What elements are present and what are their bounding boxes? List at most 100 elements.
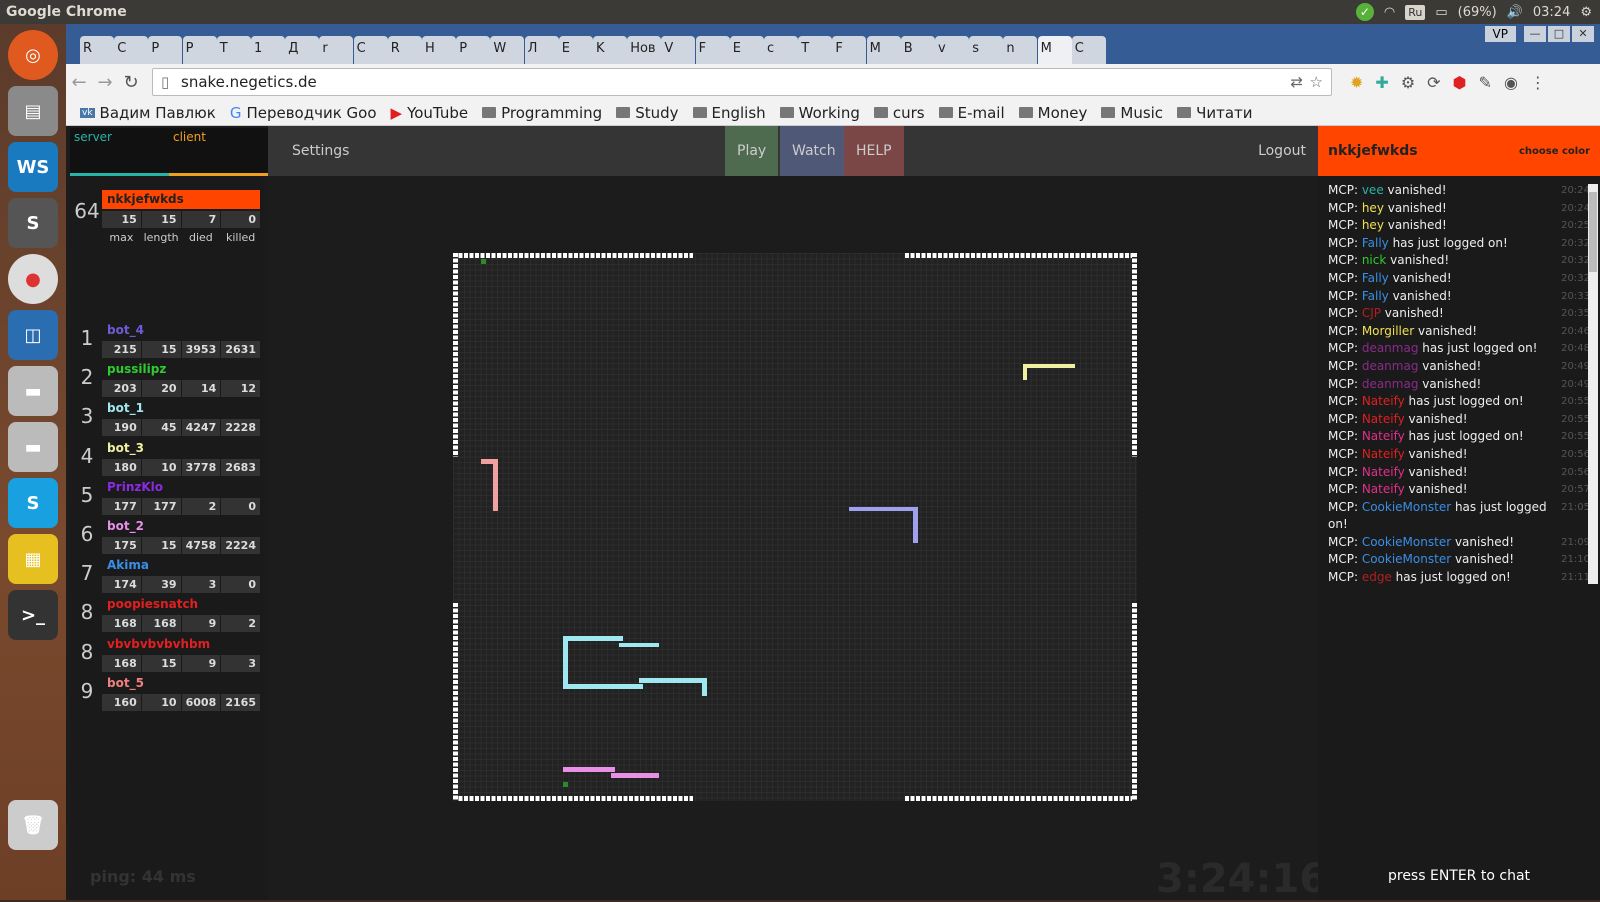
- ubuntu-dash-icon[interactable]: ◎: [8, 30, 58, 80]
- reload-icon[interactable]: ↻: [118, 72, 144, 93]
- bookmark-folder-music[interactable]: Music: [1101, 104, 1163, 122]
- browser-tab[interactable]: Л: [524, 36, 559, 64]
- browser-tab[interactable]: 1: [251, 36, 285, 64]
- browser-tab[interactable]: V: [661, 36, 696, 64]
- sublime-text-icon[interactable]: S: [8, 198, 58, 248]
- browser-tab[interactable]: r: [319, 36, 354, 64]
- leaderboard-stats: 168 168 9 2: [102, 615, 260, 633]
- chat-text: has just logged on!: [1391, 570, 1511, 585]
- battery-icon[interactable]: ▭: [1435, 5, 1447, 20]
- game-arena[interactable]: [453, 253, 1137, 801]
- extension-adblock-icon[interactable]: ⬢: [1453, 73, 1467, 92]
- bookmark-folder-programming[interactable]: Programming: [482, 104, 602, 122]
- extension-incognito-icon[interactable]: ◉: [1504, 73, 1518, 92]
- terminal-icon[interactable]: >_: [8, 590, 58, 640]
- browser-tab[interactable]: Нов: [627, 36, 662, 64]
- bookmark-vk[interactable]: vk Вадим Павлюк: [80, 104, 216, 122]
- unity-launcher: ◎ ▤ WS S ● ◫ ▬ ▬ S ▦ >_ 🗑: [0, 24, 66, 900]
- logout-button[interactable]: Logout: [1246, 126, 1318, 176]
- browser-tab[interactable]: R: [387, 36, 422, 64]
- chrome-icon[interactable]: ●: [8, 254, 58, 304]
- jetbrains-toolbox-icon[interactable]: ◫: [8, 310, 58, 360]
- skype-icon[interactable]: S: [8, 478, 58, 528]
- back-icon[interactable]: ←: [66, 72, 92, 93]
- wall-bottom-right: [905, 796, 1137, 801]
- chat-user: deanmag: [1361, 376, 1419, 391]
- choose-color-button[interactable]: choose color: [1519, 146, 1590, 157]
- settings-button[interactable]: Settings: [280, 126, 361, 176]
- browser-tab[interactable]: E: [729, 36, 764, 64]
- bookmark-star-icon[interactable]: ☆: [1310, 69, 1323, 95]
- bookmark-translate[interactable]: G Переводчик Goo: [230, 104, 377, 122]
- browser-tab[interactable]: K: [593, 36, 627, 64]
- watch-button[interactable]: Watch: [780, 126, 848, 176]
- close-icon[interactable]: ✕: [1572, 26, 1594, 42]
- browser-tab[interactable]: v: [935, 36, 969, 64]
- minimize-icon[interactable]: —: [1524, 26, 1546, 42]
- bookmark-youtube[interactable]: ▶ YouTube: [391, 104, 469, 122]
- browser-tab[interactable]: C: [114, 36, 149, 64]
- chrome-menu-icon[interactable]: ⋮: [1530, 73, 1546, 92]
- drive-icon[interactable]: ▬: [8, 366, 58, 416]
- stat-killed: 2: [221, 615, 260, 633]
- wifi-icon[interactable]: ◠: [1384, 5, 1395, 20]
- keyboard-layout-indicator[interactable]: Ru: [1405, 4, 1426, 20]
- extension-refresh-icon[interactable]: ⟳: [1427, 73, 1440, 92]
- profile-button[interactable]: VP: [1484, 26, 1516, 42]
- maximize-icon[interactable]: □: [1548, 26, 1570, 42]
- browser-tab[interactable]: P: [456, 36, 491, 64]
- bookmark-folder-working[interactable]: Working: [779, 104, 860, 122]
- browser-tab[interactable]: T: [216, 36, 251, 64]
- update-ok-icon[interactable]: ✓: [1355, 3, 1374, 21]
- bookmark-folder-curs[interactable]: curs: [873, 104, 925, 122]
- play-button[interactable]: Play: [725, 126, 779, 176]
- browser-tab[interactable]: W: [490, 36, 525, 64]
- browser-tab[interactable]: F: [832, 36, 867, 64]
- chat-scrollbar[interactable]: [1588, 184, 1598, 584]
- trash-icon[interactable]: 🗑: [8, 800, 58, 850]
- browser-tab[interactable]: n: [1003, 36, 1038, 64]
- translate-icon[interactable]: ⇄: [1290, 69, 1303, 95]
- bookmark-folder-chytaty[interactable]: Читати: [1177, 104, 1253, 122]
- leaderboard-stats: 203 20 14 12: [102, 380, 260, 398]
- browser-tab[interactable]: E: [558, 36, 593, 64]
- browser-tab[interactable]: M: [1037, 36, 1072, 64]
- browser-tab[interactable]: C: [1071, 36, 1106, 64]
- extension-puzzle-icon[interactable]: ✚: [1375, 73, 1388, 92]
- browser-tab[interactable]: B: [900, 36, 935, 64]
- browser-tab[interactable]: Д: [285, 36, 320, 64]
- browser-tab[interactable]: H: [422, 36, 456, 64]
- volume-icon[interactable]: 🔊: [1507, 5, 1523, 20]
- bookmark-folder-study[interactable]: Study: [616, 104, 679, 122]
- stat-killed: 2683: [221, 458, 260, 476]
- address-bar[interactable]: ▯ snake.negetics.de ⇄ ☆: [152, 68, 1332, 96]
- browser-tab[interactable]: c: [764, 36, 798, 64]
- folder-icon: [938, 107, 953, 118]
- extension-sun-icon[interactable]: ✹: [1350, 73, 1363, 92]
- settings-gear-icon[interactable]: ⚙: [1580, 5, 1592, 20]
- chat-sender: MCP:: [1328, 200, 1362, 215]
- browser-tab[interactable]: s: [969, 36, 1004, 64]
- browser-tab[interactable]: C: [353, 36, 388, 64]
- system-clock[interactable]: 03:24: [1533, 5, 1570, 20]
- bookmark-folder-email[interactable]: E-mail: [938, 104, 1005, 122]
- webstorm-icon[interactable]: WS: [8, 142, 58, 192]
- browser-tab[interactable]: M: [866, 36, 901, 64]
- browser-tab[interactable]: R: [80, 36, 114, 64]
- browser-tab[interactable]: P: [182, 36, 217, 64]
- extension-gear-icon[interactable]: ⚙: [1401, 73, 1415, 92]
- browser-tab[interactable]: F: [695, 36, 730, 64]
- bookmark-folder-english[interactable]: English: [692, 103, 766, 122]
- battery-percent[interactable]: (69%): [1458, 5, 1497, 20]
- forward-icon[interactable]: →: [92, 72, 118, 93]
- file-manager-icon[interactable]: ▤: [8, 86, 58, 136]
- help-button[interactable]: HELP: [844, 126, 904, 176]
- browser-tab[interactable]: P: [148, 36, 183, 64]
- browser-tab[interactable]: T: [798, 36, 833, 64]
- bookmark-folder-money[interactable]: Money: [1018, 104, 1087, 122]
- bookmark-label: English: [711, 103, 766, 122]
- extension-pen-icon[interactable]: ✎: [1479, 73, 1492, 92]
- chat-scrollbar-thumb[interactable]: [1589, 192, 1597, 272]
- drive-icon-2[interactable]: ▬: [8, 422, 58, 472]
- workspace-switcher-icon[interactable]: ▦: [8, 534, 58, 584]
